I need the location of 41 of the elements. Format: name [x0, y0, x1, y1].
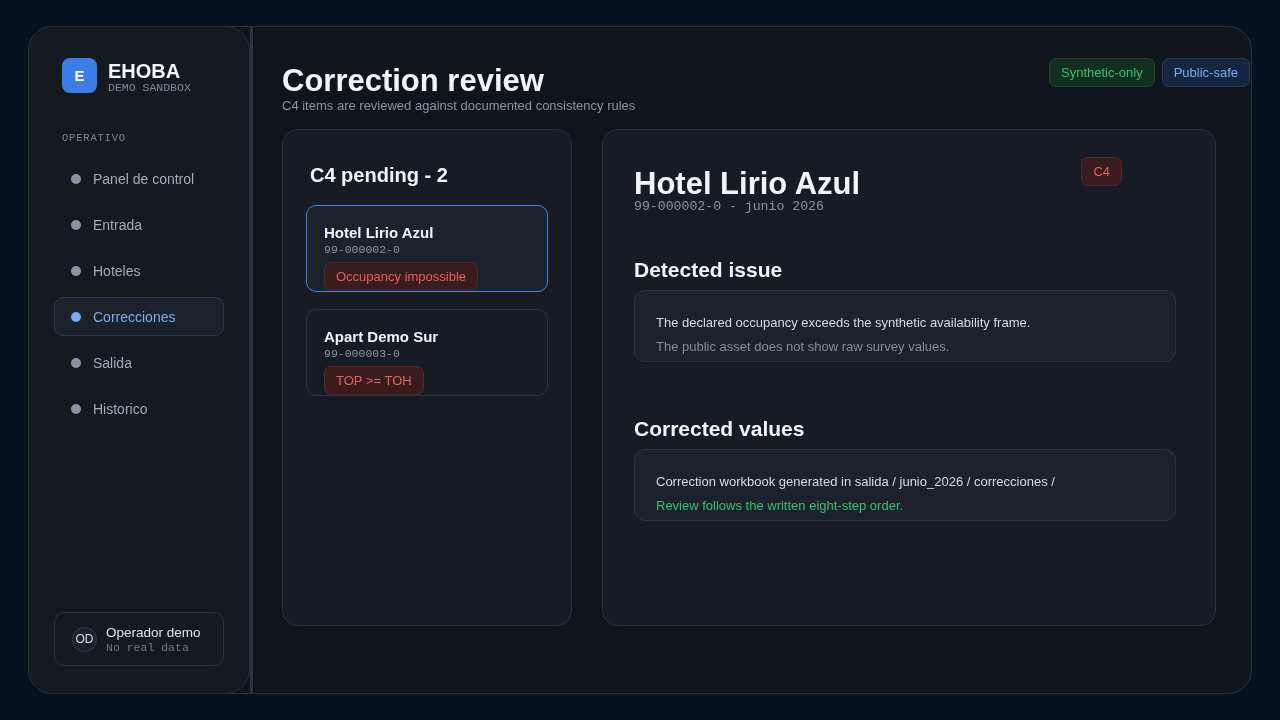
nav-item[interactable]: Salida [54, 343, 224, 382]
avatar: OD [72, 626, 97, 652]
brand-name: EHOBA [108, 61, 182, 82]
issue-tag: Occupancy impossible [324, 262, 479, 291]
dot-icon [71, 173, 81, 184]
brand-logo: E [62, 58, 97, 93]
page-subtitle: C4 items are reviewed against documented consistency rules [282, 98, 636, 113]
hotel-name: Apart Demo Sur [324, 328, 439, 346]
info-text: The public asset does not show raw survey values. [656, 338, 951, 356]
nav-item[interactable]: Panel de control [54, 159, 224, 198]
hotel-code: 99-000002-0 [324, 242, 400, 258]
detail-meta: 99-000002-0 - junio 2026 [634, 199, 825, 214]
hotel-card[interactable]: Hotel Lirio Azul 99-000002-0 Occupancy impossible [306, 205, 548, 292]
brand-subtitle: DEMO SANDBOX [108, 82, 191, 94]
category-badge: C4 [1081, 157, 1122, 186]
dot-icon [71, 357, 81, 368]
dot-icon [71, 403, 81, 414]
nav-item[interactable]: Correcciones [54, 297, 224, 336]
info-text: Review follows the written eight-step order. [656, 497, 905, 515]
nav-item[interactable]: Historico [54, 389, 224, 428]
nav-item[interactable]: Entrada [54, 205, 224, 244]
info-text: The declared occupancy exceeds the synthetic availability frame. [656, 314, 1032, 332]
info-text: Correction workbook generated in salida / junio_2026 / correcciones / [656, 473, 1056, 491]
hotel-code: 99-000003-0 [324, 346, 400, 362]
panel-title: C4 pending - 2 [310, 163, 449, 187]
dot-icon [71, 265, 81, 276]
section-label: OPERATIVO [62, 132, 127, 144]
status-badge: Public-safe [1161, 58, 1250, 87]
nav-item[interactable]: Hoteles [54, 251, 224, 290]
issue-tag: TOP >= TOH [324, 366, 424, 395]
dot-icon [71, 219, 81, 230]
section-heading: Detected issue [634, 257, 784, 283]
status-badge: Synthetic-only [1049, 58, 1155, 87]
detail-title: Hotel Lirio Azul [634, 166, 861, 201]
dot-icon [71, 311, 81, 322]
section-heading: Corrected values [634, 416, 806, 442]
hotel-card[interactable]: Apart Demo Sur 99-000003-0 TOP >= TOH [306, 309, 548, 396]
user-note: No real data [106, 640, 190, 654]
page-title: Correction review [282, 63, 545, 99]
hotel-name: Hotel Lirio Azul [324, 224, 434, 242]
user-name: Operador demo [106, 624, 201, 641]
